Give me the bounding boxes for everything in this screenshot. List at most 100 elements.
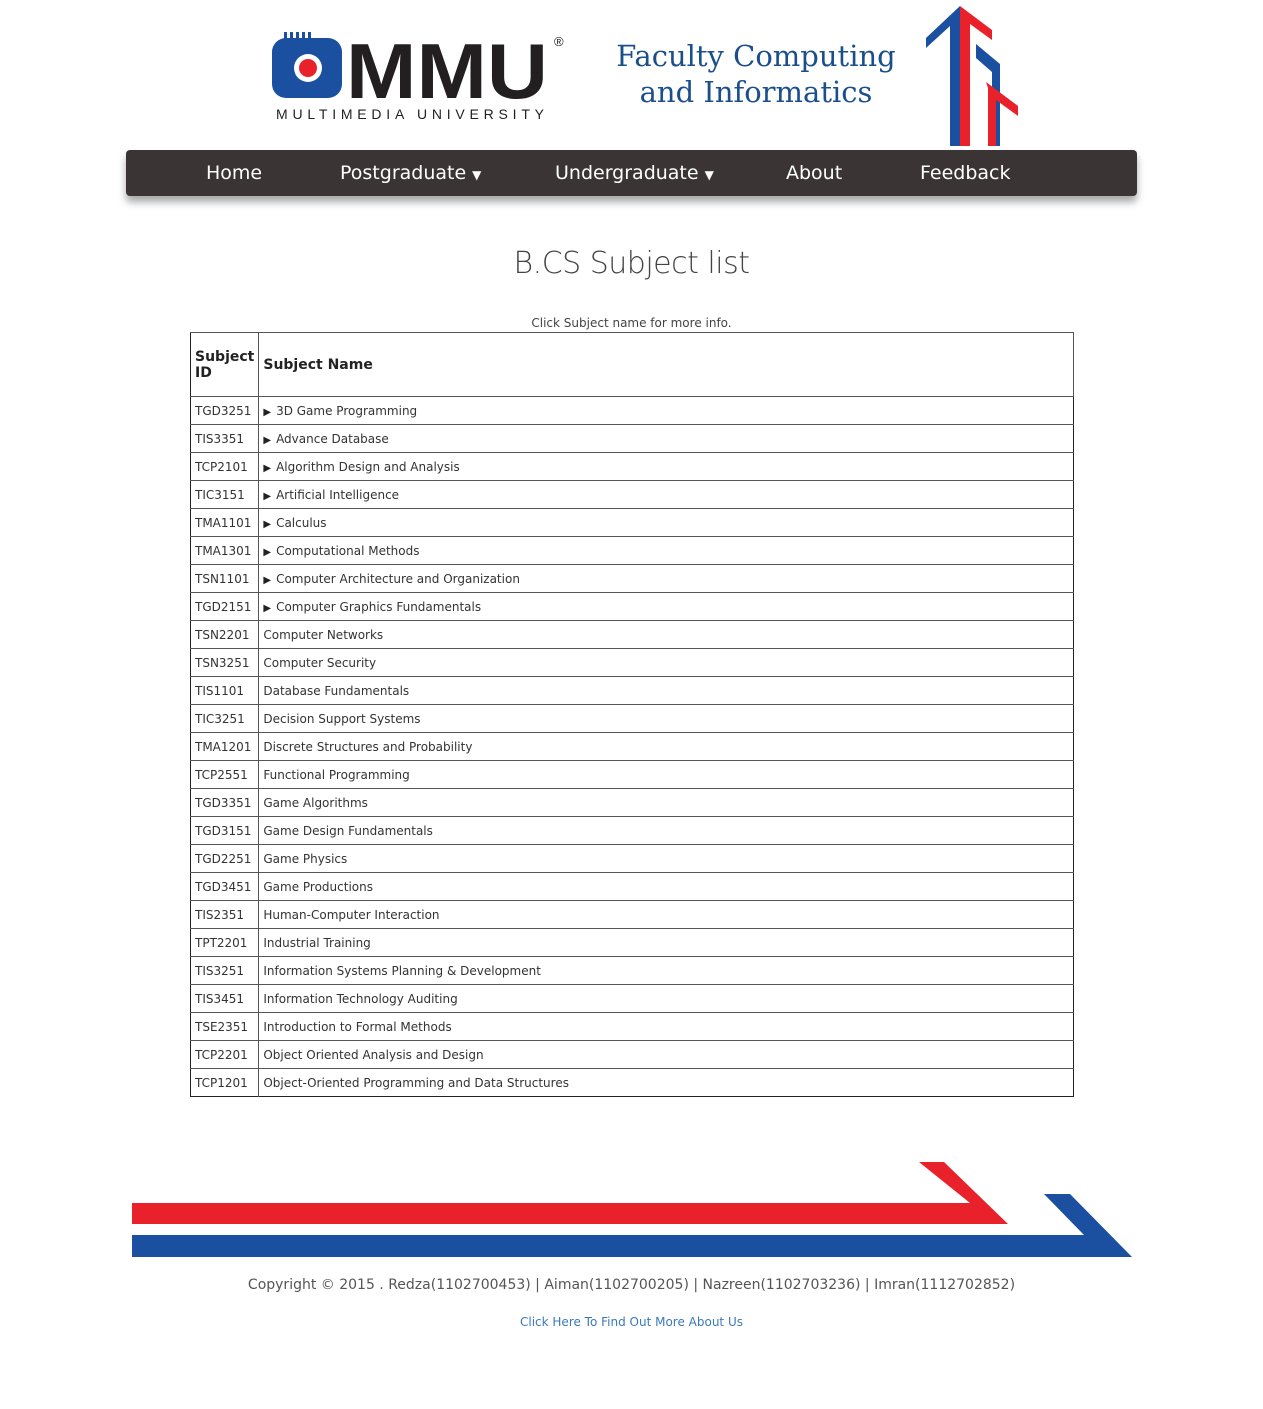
subject-name-label[interactable]: Information Systems Planning & Developme… xyxy=(263,964,541,978)
expand-triangle-icon[interactable]: ▶ xyxy=(263,575,271,586)
dropdown-caret-icon: ▼ xyxy=(472,168,482,182)
subject-id-cell: TIS2351 xyxy=(190,900,260,929)
subject-name-label[interactable]: Industrial Training xyxy=(263,936,370,950)
table-row: TIS3451 Information Technology Auditing xyxy=(190,984,1074,1013)
subject-name-cell[interactable]: Database Fundamentals xyxy=(258,676,1074,705)
subject-name-label[interactable]: Object-Oriented Programming and Data Str… xyxy=(263,1076,569,1090)
logo-registered: ® xyxy=(554,34,564,49)
subject-name-cell[interactable]: Computer Security xyxy=(258,648,1074,677)
nav-feedback[interactable]: Feedback xyxy=(920,150,1010,196)
subject-name-cell[interactable]: Game Algorithms xyxy=(258,788,1074,817)
subject-name-label[interactable]: Game Productions xyxy=(263,880,373,894)
subject-name-label[interactable]: Computer Architecture and Organization xyxy=(276,572,520,586)
table-row: TMA1101 ▶ Calculus xyxy=(190,508,1074,537)
subject-name-cell[interactable]: Object-Oriented Programming and Data Str… xyxy=(258,1068,1074,1097)
subject-id-cell: TIS1101 xyxy=(190,676,260,705)
mmu-emblem-icon xyxy=(272,32,342,98)
subject-name-label[interactable]: Computer Security xyxy=(263,656,376,670)
subject-name-cell[interactable]: Information Systems Planning & Developme… xyxy=(258,956,1074,985)
subject-name-label[interactable]: Decision Support Systems xyxy=(263,712,420,726)
subject-name-cell[interactable]: ▶ Computational Methods xyxy=(258,536,1074,565)
table-row: TCP1201 Object-Oriented Programming and D… xyxy=(190,1068,1074,1097)
subject-name-label[interactable]: Discrete Structures and Probability xyxy=(263,740,472,754)
nav-undergraduate[interactable]: Undergraduate ▼ xyxy=(555,150,714,196)
subject-id-cell: TCP1201 xyxy=(190,1068,260,1097)
subject-id-cell: TGD3451 xyxy=(190,872,260,901)
expand-triangle-icon[interactable]: ▶ xyxy=(263,463,271,474)
subject-name-label[interactable]: Computer Networks xyxy=(263,628,383,642)
table-row: TGD3151 Game Design Fundamentals xyxy=(190,816,1074,845)
subject-name-label[interactable]: Game Physics xyxy=(263,852,347,866)
subject-id-cell: TCP2101 xyxy=(190,452,260,481)
subject-name-label[interactable]: Object Oriented Analysis and Design xyxy=(263,1048,483,1062)
subject-id-cell: TGD2151 xyxy=(190,592,260,621)
table-row: TIS3351 ▶ Advance Database xyxy=(190,424,1074,453)
subject-name-cell[interactable]: Functional Programming xyxy=(258,760,1074,789)
subject-name-cell[interactable]: ▶ 3D Game Programming xyxy=(258,396,1074,425)
subject-name-label[interactable]: Artificial Intelligence xyxy=(276,488,399,502)
expand-triangle-icon[interactable]: ▶ xyxy=(263,547,271,558)
table-row: TSN3251 Computer Security xyxy=(190,648,1074,677)
table-row: TCP2551 Functional Programming xyxy=(190,760,1074,789)
subject-name-cell[interactable]: Industrial Training xyxy=(258,928,1074,957)
subject-name-cell[interactable]: ▶ Calculus xyxy=(258,508,1074,537)
subject-name-cell[interactable]: Game Productions xyxy=(258,872,1074,901)
subject-name-label[interactable]: Algorithm Design and Analysis xyxy=(276,460,460,474)
expand-triangle-icon[interactable]: ▶ xyxy=(263,603,271,614)
subject-name-cell[interactable]: Information Technology Auditing xyxy=(258,984,1074,1013)
expand-triangle-icon[interactable]: ▶ xyxy=(263,519,271,530)
subject-name-label[interactable]: Advance Database xyxy=(276,432,389,446)
subject-id-cell: TMA1201 xyxy=(190,732,260,761)
subject-name-label[interactable]: Game Algorithms xyxy=(263,796,368,810)
subject-id-cell: TSN1101 xyxy=(190,564,260,593)
subject-name-label[interactable]: Human-Computer Interaction xyxy=(263,908,439,922)
subject-name-label[interactable]: Computational Methods xyxy=(276,544,419,558)
subject-name-label[interactable]: 3D Game Programming xyxy=(276,404,417,418)
subject-name-cell[interactable]: Discrete Structures and Probability xyxy=(258,732,1074,761)
table-row: TIS1101 Database Fundamentals xyxy=(190,676,1074,705)
subject-id-cell: TIC3151 xyxy=(190,480,260,509)
subject-name-label[interactable]: Introduction to Formal Methods xyxy=(263,1020,451,1034)
subject-id-cell: TPT2201 xyxy=(190,928,260,957)
about-us-link[interactable]: Click Here To Find Out More About Us xyxy=(0,1315,1263,1329)
copyright-text: Copyright © 2015 . Redza(1102700453) | A… xyxy=(247,1277,1016,1293)
subject-name-label[interactable]: Functional Programming xyxy=(263,768,409,782)
subject-id-cell: TIS3251 xyxy=(190,956,260,985)
dropdown-caret-icon: ▼ xyxy=(704,168,714,182)
nav-postgraduate[interactable]: Postgraduate ▼ xyxy=(340,150,481,196)
subject-name-cell[interactable]: Object Oriented Analysis and Design xyxy=(258,1040,1074,1069)
subject-name-label[interactable]: Database Fundamentals xyxy=(263,684,409,698)
subject-name-cell[interactable]: ▶ Advance Database xyxy=(258,424,1074,453)
footer-stripes-graphic xyxy=(132,1162,1132,1257)
subject-id-cell: TSN3251 xyxy=(190,648,260,677)
table-row: TGD2251 Game Physics xyxy=(190,844,1074,873)
subject-name-cell[interactable]: ▶ Algorithm Design and Analysis xyxy=(258,452,1074,481)
expand-triangle-icon[interactable]: ▶ xyxy=(263,491,271,502)
subject-name-cell[interactable]: Introduction to Formal Methods xyxy=(258,1012,1074,1041)
subject-name-cell[interactable]: ▶ Computer Architecture and Organization xyxy=(258,564,1074,593)
subject-name-label[interactable]: Game Design Fundamentals xyxy=(263,824,433,838)
subject-name-label[interactable]: Information Technology Auditing xyxy=(263,992,457,1006)
logo-text: MMU xyxy=(346,32,548,115)
subject-id-cell: TIS3451 xyxy=(190,984,260,1013)
subject-name-cell[interactable]: ▶ Computer Graphics Fundamentals xyxy=(258,592,1074,621)
subject-name-cell[interactable]: Game Physics xyxy=(258,844,1074,873)
table-row: TGD3451 Game Productions xyxy=(190,872,1074,901)
subject-name-cell[interactable]: Human-Computer Interaction xyxy=(258,900,1074,929)
subject-name-label[interactable]: Computer Graphics Fundamentals xyxy=(276,600,481,614)
subject-table: Subject ID Subject Name TGD3251 ▶ 3D Game … xyxy=(190,332,1074,1097)
nav-about[interactable]: About xyxy=(786,150,842,196)
expand-triangle-icon[interactable]: ▶ xyxy=(263,407,271,418)
subject-name-cell[interactable]: Decision Support Systems xyxy=(258,704,1074,733)
header-subject-name: Subject Name xyxy=(258,332,1074,397)
subject-name-cell[interactable]: Computer Networks xyxy=(258,620,1074,649)
table-row: TMA1201 Discrete Structures and Probabili… xyxy=(190,732,1074,761)
table-row: TIS3251 Information Systems Planning & De… xyxy=(190,956,1074,985)
subject-name-cell[interactable]: ▶ Artificial Intelligence xyxy=(258,480,1074,509)
nav-home[interactable]: Home xyxy=(206,150,262,196)
mmu-logo[interactable]: MMU ® MULTIMEDIA UNIVERSITY xyxy=(272,32,572,127)
expand-triangle-icon[interactable]: ▶ xyxy=(263,435,271,446)
subject-id-cell: TIS3351 xyxy=(190,424,260,453)
subject-name-label[interactable]: Calculus xyxy=(276,516,326,530)
subject-name-cell[interactable]: Game Design Fundamentals xyxy=(258,816,1074,845)
